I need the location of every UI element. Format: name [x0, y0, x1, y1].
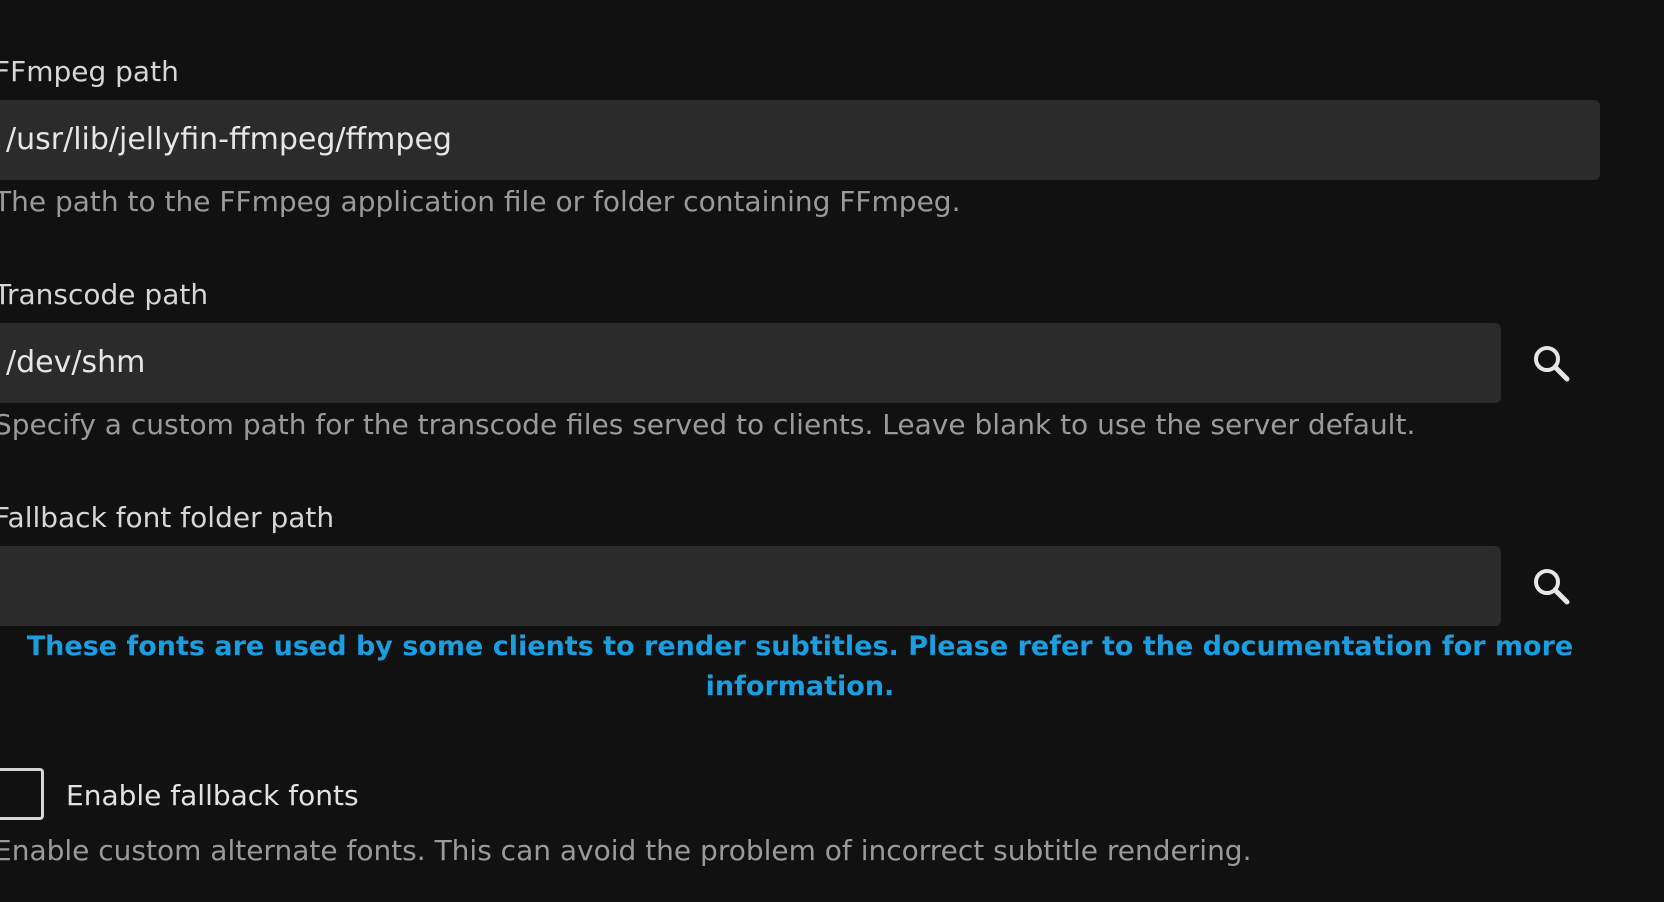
transcode-path-helper: Specify a custom path for the transcode … [0, 408, 1416, 441]
fallback-font-path-label: Fallback font folder path [0, 501, 335, 534]
playback-settings-panel: FFmpeg path /usr/lib/jellyfin-ffmpeg/ffm… [0, 0, 1664, 902]
enable-fallback-fonts-checkbox[interactable] [0, 768, 44, 820]
fallback-font-info-text: These fonts are used by some clients to … [26, 631, 1574, 702]
enable-fallback-fonts-helper: Enable custom alternate fonts. This can … [0, 834, 1252, 867]
ffmpeg-path-input[interactable]: /usr/lib/jellyfin-ffmpeg/ffmpeg [0, 100, 1600, 180]
search-icon [1534, 346, 1570, 382]
enable-fallback-fonts-label[interactable]: Enable fallback fonts [66, 778, 359, 814]
transcode-path-label: Transcode path [0, 278, 209, 311]
transcode-path-input[interactable]: /dev/shm [0, 323, 1501, 403]
search-icon [1534, 569, 1570, 605]
ffmpeg-path-helper: The path to the FFmpeg application file … [0, 185, 961, 218]
fallback-font-path-search-button[interactable] [1521, 556, 1581, 616]
fallback-font-path-input[interactable] [0, 546, 1501, 626]
ffmpeg-path-label: FFmpeg path [0, 55, 179, 88]
transcode-path-search-button[interactable] [1521, 333, 1581, 393]
